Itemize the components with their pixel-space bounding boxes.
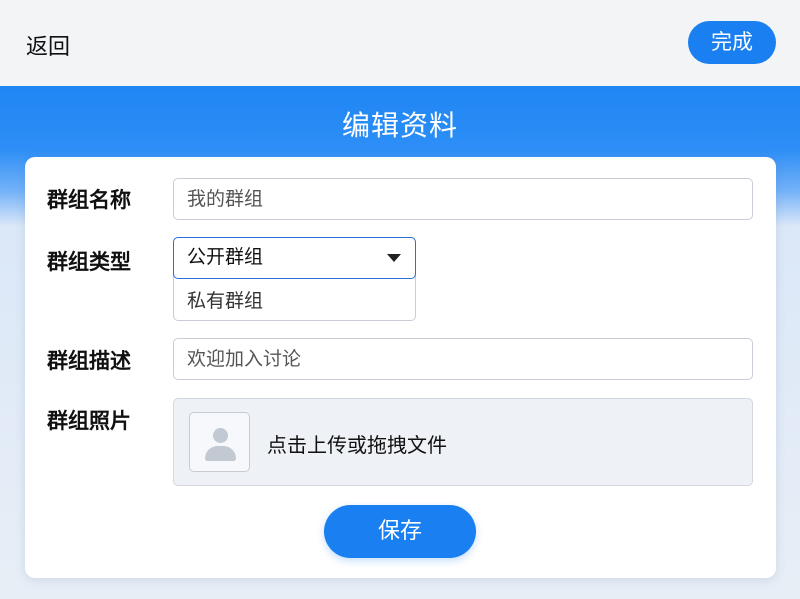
group-type-selected-text: 公开群组	[187, 246, 264, 268]
photo-upload-zone[interactable]: 点击上传或拖拽文件	[173, 398, 753, 486]
group-type-select[interactable]: 公开群组 私有群组	[173, 237, 416, 321]
upload-instruction-text: 点击上传或拖拽文件	[267, 433, 447, 457]
avatar-body-shape	[205, 446, 236, 461]
group-type-option-private[interactable]: 私有群组	[187, 286, 263, 313]
user-placeholder-icon	[189, 412, 250, 472]
caret-down-icon[interactable]	[387, 254, 401, 262]
top-bar: 返回 完成	[0, 0, 800, 86]
group-description-input[interactable]: 欢迎加入讨论	[173, 338, 753, 380]
avatar-head-shape	[213, 428, 228, 443]
back-link[interactable]: 返回	[26, 29, 70, 61]
done-button[interactable]: 完成	[688, 21, 776, 64]
group-name-label: 群组名称	[47, 188, 131, 212]
group-name-input[interactable]: 我的群组	[173, 178, 753, 220]
group-type-selected[interactable]: 公开群组	[173, 237, 416, 279]
group-type-label: 群组类型	[47, 250, 131, 274]
save-button[interactable]: 保存	[324, 505, 476, 558]
page-title: 编辑资料	[341, 109, 458, 142]
group-photo-label: 群组照片	[47, 409, 131, 433]
group-description-label: 群组描述	[47, 349, 131, 373]
